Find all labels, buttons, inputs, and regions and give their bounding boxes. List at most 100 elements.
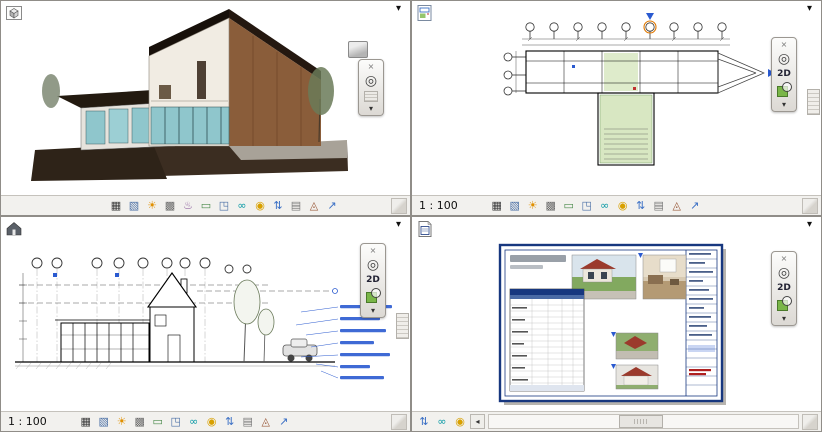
view-type-icon-elevation[interactable] bbox=[5, 220, 23, 238]
sun-path-icon[interactable]: ☀ bbox=[143, 197, 161, 214]
blue-tag bbox=[572, 65, 575, 68]
window-menu-arrow[interactable]: ▾ bbox=[807, 220, 812, 230]
show-crop-region-icon[interactable]: ◳ bbox=[215, 197, 233, 214]
temporary-hide-isolate-icon[interactable]: ∞ bbox=[233, 197, 251, 214]
scroll-corner[interactable] bbox=[802, 197, 818, 214]
reveal-hidden-elements-icon[interactable]: ◉ bbox=[251, 197, 269, 214]
steering-wheel-icon[interactable]: ◎ bbox=[778, 52, 790, 66]
vertical-scrollbar-thumb[interactable] bbox=[807, 89, 820, 115]
shadows-icon[interactable]: ▩ bbox=[131, 413, 149, 430]
temporary-view-properties-icon[interactable]: ▤ bbox=[650, 197, 668, 214]
rewind-filmstrip-icon[interactable] bbox=[364, 91, 378, 102]
show-crop-region-icon[interactable]: ◳ bbox=[167, 413, 185, 430]
view-scale[interactable]: 1 : 100 bbox=[4, 415, 51, 428]
temporary-view-properties-icon[interactable]: ▤ bbox=[239, 413, 257, 430]
reveal-hidden-elements-icon[interactable]: ◉ bbox=[451, 413, 469, 430]
horizontal-scrollbar-thumb[interactable] bbox=[618, 415, 663, 428]
horizontal-scrollbar[interactable] bbox=[488, 414, 799, 429]
steering-wheel-icon[interactable]: ◎ bbox=[365, 74, 377, 88]
shadows-icon[interactable]: ▩ bbox=[542, 197, 560, 214]
window-menu-arrow[interactable]: ▾ bbox=[807, 4, 812, 14]
sun-path-icon[interactable]: ☀ bbox=[524, 197, 542, 214]
sun-path-icon[interactable]: ☀ bbox=[113, 413, 131, 430]
navbar-caret-icon[interactable]: ▾ bbox=[369, 105, 373, 113]
analytical-model-icon[interactable]: ◬ bbox=[257, 413, 275, 430]
worksharing-display-icon[interactable]: ⇅ bbox=[415, 413, 433, 430]
show-rendering-dialog-icon[interactable]: ♨ bbox=[179, 197, 197, 214]
scroll-left-button[interactable]: ◂ bbox=[470, 414, 485, 429]
canvas-floor-plan[interactable]: ▾ × ◎ 2D ▾ bbox=[412, 1, 821, 195]
navigation-bar: × ◎ 2D ▾ bbox=[360, 243, 386, 318]
vertical-scrollbar-thumb[interactable] bbox=[396, 313, 409, 339]
drawing-3d-section bbox=[31, 9, 348, 181]
scroll-corner[interactable] bbox=[802, 413, 818, 430]
crop-view-icon[interactable]: ▭ bbox=[197, 197, 215, 214]
view-cube-icon[interactable] bbox=[348, 41, 368, 58]
zoom-region-icon[interactable] bbox=[365, 288, 381, 304]
crop-view-icon[interactable]: ▭ bbox=[560, 197, 578, 214]
view-type-icon-3d[interactable] bbox=[5, 4, 23, 22]
viewport-3d: ▾ × ◎ ▾ ▦ ▧ ☀ ▩ ♨ ▭ ◳ ∞ ◉ ⇅ ▤ ◬ ↗ bbox=[0, 0, 411, 216]
canvas-3d[interactable]: ▾ × ◎ ▾ bbox=[1, 1, 410, 195]
navbar-caret-icon[interactable]: ▾ bbox=[782, 315, 786, 323]
highlight-displacement-icon[interactable]: ↗ bbox=[275, 413, 293, 430]
scroll-corner[interactable] bbox=[391, 197, 407, 214]
analytical-model-icon[interactable]: ◬ bbox=[305, 197, 323, 214]
temporary-hide-isolate-icon[interactable]: ∞ bbox=[596, 197, 614, 214]
shadows-icon[interactable]: ▩ bbox=[161, 197, 179, 214]
zoom-region-icon[interactable] bbox=[776, 296, 792, 312]
steering-wheel-icon[interactable]: ◎ bbox=[367, 258, 379, 272]
view-type-icon-plan[interactable] bbox=[416, 4, 434, 22]
steering-wheel-icon[interactable]: ◎ bbox=[778, 266, 790, 280]
canvas-section[interactable]: ▾ × ◎ 2D ▾ bbox=[1, 217, 410, 411]
highlight-displacement-icon[interactable]: ↗ bbox=[323, 197, 341, 214]
scroll-corner[interactable] bbox=[391, 413, 407, 430]
visual-style-icon[interactable]: ▧ bbox=[95, 413, 113, 430]
temporary-hide-isolate-icon[interactable]: ∞ bbox=[185, 413, 203, 430]
reveal-hidden-elements-icon[interactable]: ◉ bbox=[203, 413, 221, 430]
viewport-floor-plan: ▾ × ◎ 2D ▾ 1 : 100 ▦ ▧ ☀ ▩ ▭ ◳ ∞ ◉ ⇅ ▤ ◬ ↗ bbox=[411, 0, 822, 216]
visual-style-icon[interactable]: ▧ bbox=[506, 197, 524, 214]
temporary-view-properties-icon[interactable]: ▤ bbox=[287, 197, 305, 214]
sheet-render-aerial bbox=[615, 332, 659, 360]
worksharing-display-icon[interactable]: ⇅ bbox=[269, 197, 287, 214]
worksharing-display-icon[interactable]: ⇅ bbox=[632, 197, 650, 214]
detail-level-icon[interactable]: ▦ bbox=[107, 197, 125, 214]
view-control-icons: ▦ ▧ ☀ ▩ ▭ ◳ ∞ ◉ ⇅ ▤ ◬ ↗ bbox=[77, 413, 293, 430]
window-menu-arrow[interactable]: ▾ bbox=[396, 4, 401, 14]
view-control-bar: 1 : 100 ▦ ▧ ☀ ▩ ▭ ◳ ∞ ◉ ⇅ ▤ ◬ ↗ bbox=[1, 411, 410, 431]
wheel-2d-label[interactable]: 2D bbox=[777, 69, 791, 79]
highlight-displacement-icon[interactable]: ↗ bbox=[686, 197, 704, 214]
sheet-schedule bbox=[509, 288, 585, 392]
navbar-close-icon[interactable]: × bbox=[781, 255, 788, 263]
navbar-caret-icon[interactable]: ▾ bbox=[782, 101, 786, 109]
detail-level-icon[interactable]: ▦ bbox=[488, 197, 506, 214]
navbar-close-icon[interactable]: × bbox=[781, 41, 788, 49]
view-type-icon-sheet[interactable] bbox=[416, 220, 434, 238]
analytical-model-icon[interactable]: ◬ bbox=[668, 197, 686, 214]
view-control-bar: ▦ ▧ ☀ ▩ ♨ ▭ ◳ ∞ ◉ ⇅ ▤ ◬ ↗ bbox=[1, 195, 410, 215]
drawing-section bbox=[15, 257, 392, 380]
navbar-caret-icon[interactable]: ▾ bbox=[371, 307, 375, 315]
worksharing-display-icon[interactable]: ⇅ bbox=[221, 413, 239, 430]
navbar-close-icon[interactable]: × bbox=[368, 63, 375, 71]
view-control-icons: ▦ ▧ ☀ ▩ ♨ ▭ ◳ ∞ ◉ ⇅ ▤ ◬ ↗ bbox=[107, 197, 341, 214]
visual-style-icon[interactable]: ▧ bbox=[125, 197, 143, 214]
roof-plan bbox=[717, 52, 765, 94]
reveal-hidden-elements-icon[interactable]: ◉ bbox=[614, 197, 632, 214]
sheet-title-blurred bbox=[510, 255, 566, 262]
grid-bubbles bbox=[31, 257, 252, 274]
show-crop-region-icon[interactable]: ◳ bbox=[578, 197, 596, 214]
wheel-2d-label[interactable]: 2D bbox=[366, 275, 380, 285]
canvas-sheet[interactable]: ▾ × ◎ 2D ▾ bbox=[412, 217, 821, 411]
view-control-icons: ▦ ▧ ☀ ▩ ▭ ◳ ∞ ◉ ⇅ ▤ ◬ ↗ bbox=[488, 197, 704, 214]
zoom-region-icon[interactable] bbox=[776, 82, 792, 98]
navbar-close-icon[interactable]: × bbox=[370, 247, 377, 255]
temporary-hide-isolate-icon[interactable]: ∞ bbox=[433, 413, 451, 430]
tiled-viewports: ▾ × ◎ ▾ ▦ ▧ ☀ ▩ ♨ ▭ ◳ ∞ ◉ ⇅ ▤ ◬ ↗ ▾ × ◎ … bbox=[0, 0, 822, 432]
detail-level-icon[interactable]: ▦ bbox=[77, 413, 95, 430]
view-scale[interactable]: 1 : 100 bbox=[415, 199, 462, 212]
crop-view-icon[interactable]: ▭ bbox=[149, 413, 167, 430]
wheel-2d-label[interactable]: 2D bbox=[777, 283, 791, 293]
window-menu-arrow[interactable]: ▾ bbox=[396, 220, 401, 230]
